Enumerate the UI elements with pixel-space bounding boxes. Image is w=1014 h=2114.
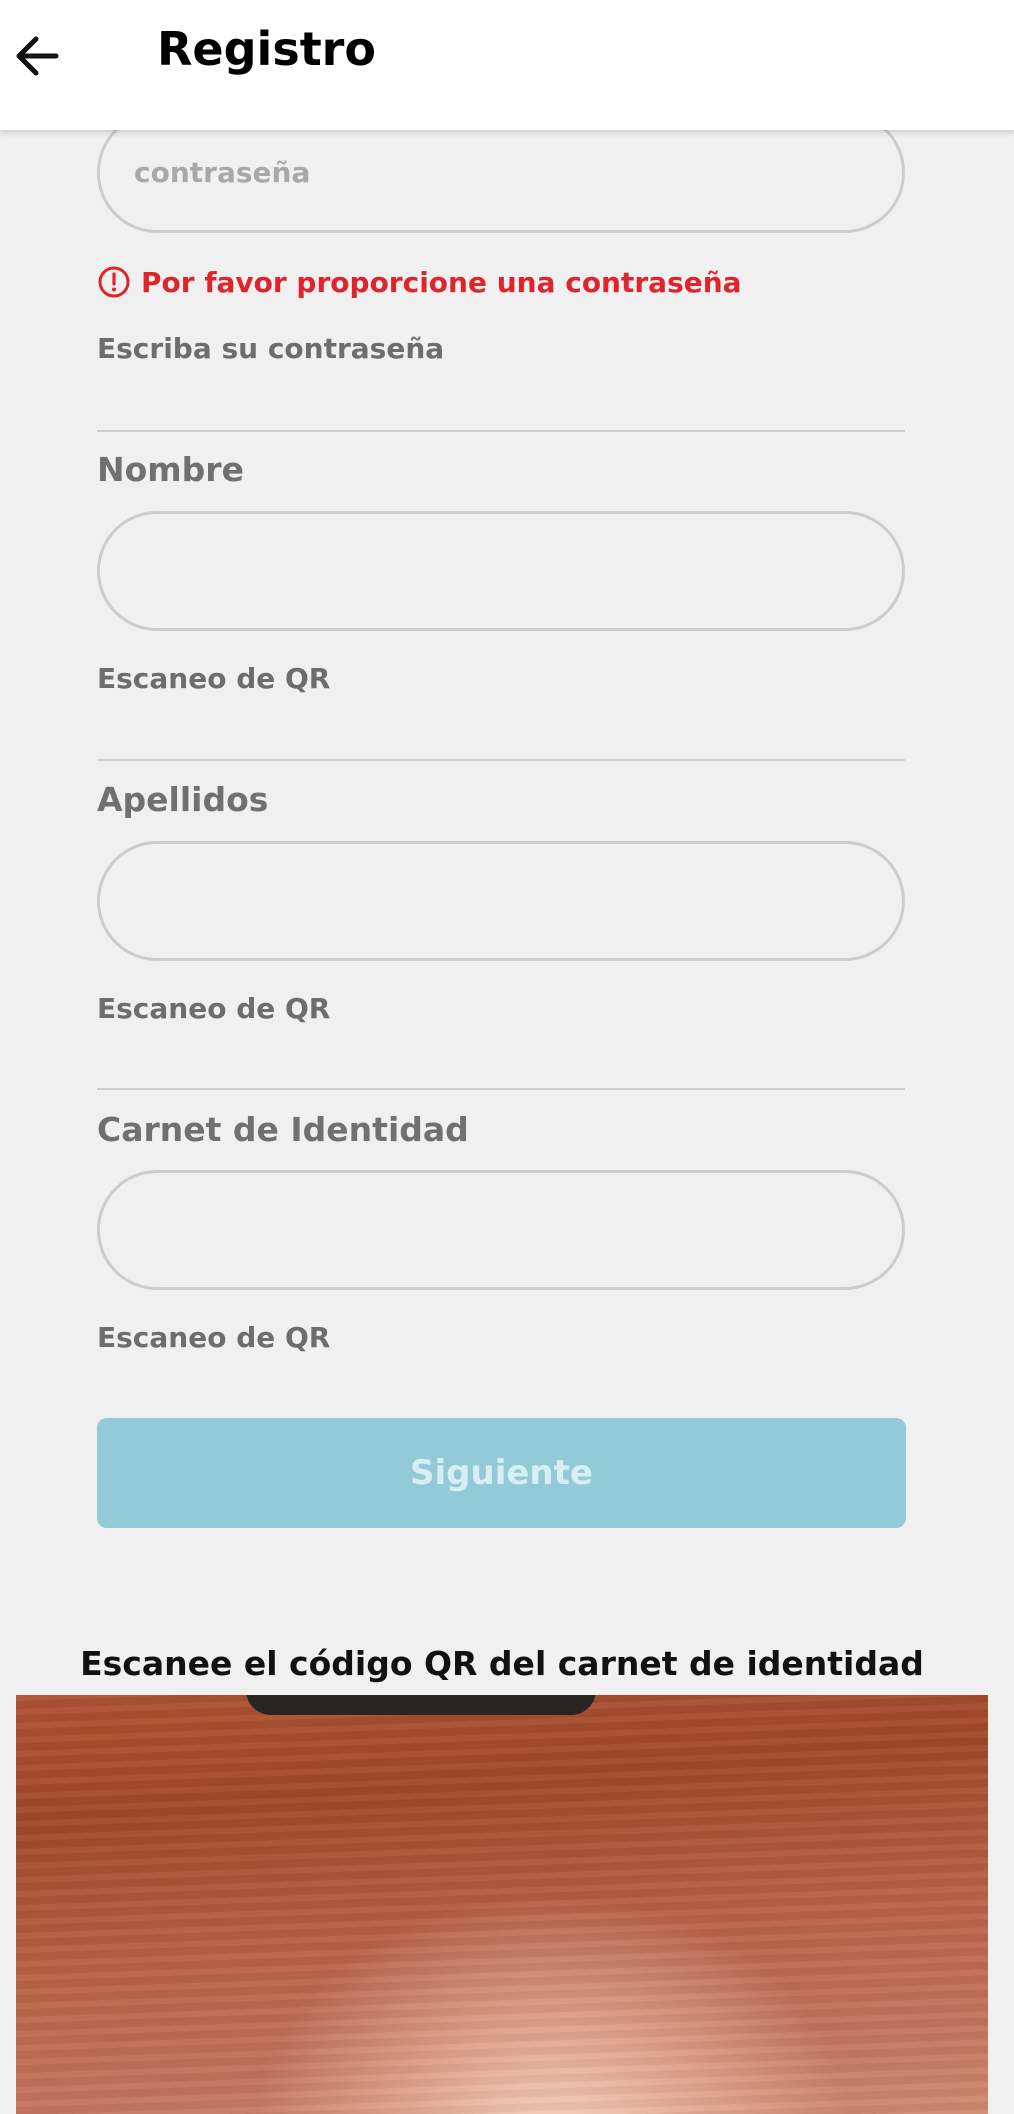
camera-texture bbox=[16, 1695, 988, 2114]
password-error-text: Por favor proporcione una contraseña bbox=[141, 265, 742, 299]
divider bbox=[97, 1088, 905, 1090]
surname-qr-scan-link[interactable]: Escaneo de QR bbox=[97, 992, 330, 1025]
id-card-input[interactable] bbox=[97, 1170, 905, 1290]
scanner-caption: Escanee el código QR del carnet de ident… bbox=[80, 1644, 924, 1683]
password-error: Por favor proporcione una contraseña bbox=[97, 262, 742, 302]
name-input[interactable] bbox=[97, 511, 905, 631]
id-card-label: Carnet de Identidad bbox=[97, 1110, 469, 1149]
name-qr-scan-link[interactable]: Escaneo de QR bbox=[97, 662, 330, 695]
surname-input[interactable] bbox=[97, 841, 905, 961]
camera-preview bbox=[16, 1695, 988, 2114]
password-helper: Escriba su contraseña bbox=[97, 332, 445, 365]
name-label: Nombre bbox=[97, 450, 244, 489]
camera-object bbox=[246, 1695, 596, 1715]
divider bbox=[97, 759, 905, 761]
next-button[interactable]: Siguiente bbox=[97, 1418, 906, 1528]
password-input[interactable] bbox=[97, 112, 905, 233]
divider bbox=[97, 430, 905, 432]
surname-label: Apellidos bbox=[97, 780, 269, 819]
id-card-qr-scan-link[interactable]: Escaneo de QR bbox=[97, 1321, 330, 1354]
arrow-left-icon bbox=[16, 36, 59, 76]
app-bar: Registro bbox=[0, 0, 1014, 130]
page-title: Registro bbox=[157, 22, 376, 76]
alert-circle-icon bbox=[98, 266, 130, 298]
back-button[interactable] bbox=[8, 24, 68, 88]
